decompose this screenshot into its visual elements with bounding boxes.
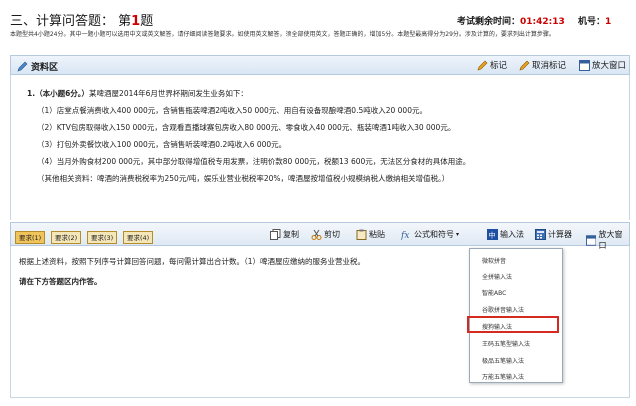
timer-label: 考试剩余时间： [457, 17, 521, 27]
material-item: （2）KTV包房取得收入150 000元，含观看直播球赛包房收入80 000元、… [37, 123, 456, 132]
pen-icon [519, 60, 530, 70]
tab-requirement-4[interactable]: 要求(4) [123, 231, 154, 244]
enlarge-label: 放大窗口 [592, 61, 627, 71]
tab-requirement-2[interactable]: 要求(2) [51, 231, 82, 244]
ime-option[interactable]: 全拼输入法 [482, 272, 512, 281]
clipboard-icon [356, 229, 367, 240]
mark-label: 标记 [490, 61, 508, 71]
unmark-button[interactable]: 取消标记 [519, 59, 566, 71]
formula-icon: fx [401, 231, 409, 240]
question-suffix: 题 [140, 14, 154, 29]
calculator-icon [535, 229, 546, 240]
ime-option[interactable]: 王码五笔型输入法 [482, 339, 530, 348]
timer: 考试剩余时间：01:42:13 [457, 14, 565, 27]
header: 三、计算问答题： 第1题 考试剩余时间：01:42:13 机号：1 本题型共4小… [0, 0, 636, 50]
material-item: （1）店堂点餐消费收入400 000元，含销售瓶装啤酒2吨收入50 000元、用… [37, 106, 427, 115]
scissors-icon [311, 229, 322, 240]
chevron-down-icon: ▾ [456, 231, 460, 238]
enlarge-material-button[interactable]: 放大窗口 [579, 59, 626, 71]
ime-option[interactable]: 极品五笔输入法 [482, 356, 524, 365]
material-title-label: 资料区 [31, 63, 59, 73]
question-prefix: 第 [118, 14, 132, 29]
window-icon [586, 234, 597, 246]
material-title: 资料区 [17, 60, 58, 73]
section-title: 三、计算问答题： [10, 14, 115, 29]
keyboard-icon: 中 [487, 229, 498, 240]
machine-value: 1 [605, 17, 612, 27]
copy-icon [270, 229, 281, 240]
formula-label: 公式和符号 [414, 230, 454, 239]
page-title: 三、计算问答题： 第1题 [10, 10, 153, 29]
material-content: 1.（本小题6分。）某啤酒屋2014年6月世界杯期间发生业务如下： （1）店堂点… [10, 75, 630, 220]
selected-highlight [467, 316, 559, 333]
requirement-text: 根据上述资料，按照下列序号计算回答问题，每问需计算出合计数。（1）啤酒屋应缴纳的… [19, 257, 366, 266]
unmark-label: 取消标记 [532, 61, 567, 71]
tab-requirement-1[interactable]: 要求(1) [15, 231, 46, 244]
pencil-icon [17, 61, 28, 72]
question-number: 1 [131, 14, 141, 29]
paste-button[interactable]: 粘贴 [356, 229, 385, 240]
tab-requirement-3[interactable]: 要求(3) [87, 231, 118, 244]
question-intro: 某啤酒屋2014年6月世界杯期间发生业务如下： [89, 89, 248, 98]
cut-label: 剪切 [324, 230, 340, 239]
mark-button[interactable]: 标记 [477, 59, 507, 71]
material-item: （其他相关资料：啤酒的消费税税率为250元/吨，娱乐业营业税税率20%，啤酒屋按… [37, 174, 450, 183]
material-item: （3）打包外卖餐饮收入100 000元，含销售听装啤酒0.2吨收入6 000元。 [37, 140, 287, 149]
cut-button[interactable]: 剪切 [311, 229, 340, 240]
question-score: 1.（本小题6分。） [27, 89, 90, 98]
ime-label: 输入法 [500, 230, 524, 239]
answer-toolbar: 要求(1) 要求(2) 要求(3) 要求(4) 复制 剪切 粘贴 fx 公式和符… [10, 222, 630, 250]
machine-number: 机号：1 [578, 14, 611, 27]
ime-option[interactable]: 智能ABC [482, 288, 506, 297]
window-icon [579, 59, 590, 71]
material-intro: 1.（本小题6分。）某啤酒屋2014年6月世界杯期间发生业务如下： [27, 85, 613, 102]
calculator-button[interactable]: 计算器 [535, 229, 572, 240]
timer-value: 01:42:13 [520, 17, 565, 27]
instructions-note: 本题型共4小题24分。其中一题小题可以选用中文或英文解答，请仔细阅读答题要求。如… [10, 31, 555, 38]
machine-label: 机号： [578, 17, 606, 27]
copy-button[interactable]: 复制 [270, 229, 299, 240]
pen-icon [477, 60, 488, 70]
copy-label: 复制 [283, 230, 299, 239]
ime-option[interactable]: 谷歌拼音输入法 [482, 305, 524, 314]
material-item: （4）当月外购食材200 000元，其中部分取得增值税专用发票，注明价款80 0… [37, 157, 471, 166]
ime-option[interactable]: 万能五笔输入法 [482, 372, 524, 381]
svg-text:fx: fx [401, 231, 409, 240]
paste-label: 粘贴 [369, 230, 385, 239]
formula-button[interactable]: fx 公式和符号 ▾ [401, 229, 459, 240]
material-toolbar: 资料区 标记 取消标记 放大窗口 [10, 55, 630, 75]
ime-button[interactable]: 中 输入法 [487, 229, 524, 240]
calculator-label: 计算器 [548, 230, 572, 239]
ime-option[interactable]: 微软拼音 [482, 256, 506, 265]
svg-text:中: 中 [489, 231, 496, 240]
answer-hint: 请在下方答题区内作答。 [19, 277, 102, 286]
